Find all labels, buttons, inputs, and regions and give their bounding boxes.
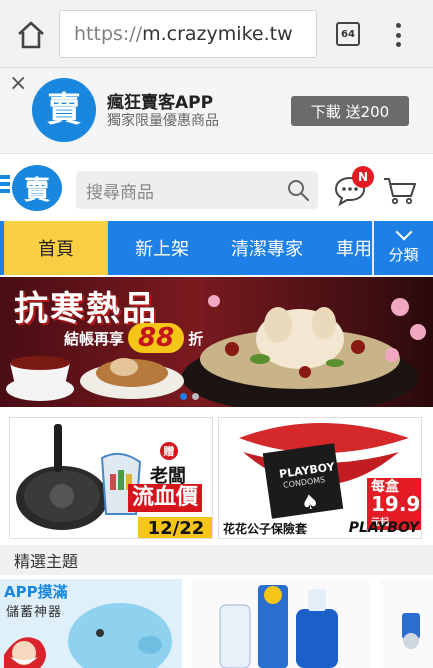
app-install-banner: × 賣 瘋狂賣客APP 獨家限量優惠商品 下載 送200	[0, 68, 433, 154]
app-logo-char: 賣	[47, 90, 81, 130]
close-icon[interactable]: ×	[9, 70, 27, 98]
hero-tag-prefix: 結帳再享	[64, 329, 125, 348]
app-logo: 賣	[32, 78, 96, 142]
nav-more-button[interactable]: 分類	[374, 221, 433, 275]
promo-left-date: 12/22	[138, 517, 212, 538]
price-value: 19.9	[371, 492, 421, 516]
bunny-icon: ♠	[299, 488, 321, 516]
search-input[interactable]: 搜尋商品	[76, 171, 318, 209]
nav-tab-home[interactable]: 首頁	[4, 221, 108, 275]
promo-tile-pan[interactable]: 贈 老闆 流血價 12/22	[9, 417, 213, 539]
promo-left-line2: 流血價	[128, 484, 203, 512]
sunscreen-illustration	[219, 585, 338, 668]
site-logo[interactable]: 賣	[12, 165, 62, 211]
nav-tab-cleaning[interactable]: 清潔專家	[214, 221, 320, 275]
theme-card-sunscreen[interactable]	[192, 579, 369, 668]
promo-tile-playboy[interactable]: PLAYBOY CONDOMS ♠ 每盒 19.9元起 花花公子保險套 PLAY…	[218, 417, 422, 539]
theme-card-line2: 儲蓄神器	[6, 605, 63, 620]
download-button[interactable]: 下載 送200	[291, 96, 409, 126]
app-subtitle: 獨家限量優惠商品	[107, 113, 219, 129]
hero-discount: 88	[128, 323, 185, 353]
browser-toolbar: https://m.crazymike.tw 64	[0, 0, 433, 68]
search-icon[interactable]	[286, 178, 310, 202]
url-bar[interactable]: https://m.crazymike.tw	[59, 10, 317, 58]
caption-text: 花花公子保險套	[223, 521, 308, 536]
cart-icon[interactable]	[381, 174, 419, 206]
home-icon[interactable]	[14, 18, 48, 52]
promo-right-caption: 花花公子保險套 PLAYBOY	[219, 516, 421, 538]
nav-tab-new[interactable]: 新上架	[114, 221, 210, 275]
search-placeholder: 搜尋商品	[86, 182, 154, 203]
carousel-dot-active[interactable]	[180, 393, 187, 400]
notification-badge: N	[352, 166, 374, 188]
theme-card-partial[interactable]	[380, 579, 433, 668]
carousel-dot[interactable]	[192, 393, 199, 400]
hero-tagline: 結帳再享 88 折	[64, 323, 203, 353]
tab-count: 64	[341, 28, 355, 40]
menu-lines-icon[interactable]	[0, 175, 10, 193]
nav-more-label: 分類	[388, 245, 419, 264]
url-scheme: https://	[74, 23, 143, 45]
site-logo-char: 賣	[23, 175, 50, 206]
hero-tag-suffix: 折	[188, 329, 204, 348]
gift-badge: 贈	[160, 442, 178, 460]
category-nav: 首頁 新上架 清潔專家 車用 分類	[0, 221, 433, 275]
hero-banner[interactable]: 抗寒熱品 結帳再享 88 折	[0, 277, 433, 407]
section-title: 精選主題	[0, 545, 433, 575]
page: { "browser": { "url_scheme": "https://",…	[0, 0, 433, 668]
product-illustration	[402, 613, 420, 649]
url-host: m.crazymike.tw	[142, 23, 293, 45]
chevron-down-icon	[395, 223, 412, 240]
site-header: 賣 搜尋商品 N	[0, 160, 433, 216]
tab-switcher-button[interactable]: 64	[336, 22, 360, 46]
theme-card-line1: APP摸滿	[4, 583, 68, 601]
caption-brand: PLAYBOY	[348, 520, 419, 536]
more-vert-icon[interactable]	[390, 20, 406, 50]
theme-card-app-savings[interactable]: APP摸滿 儲蓄神器	[0, 579, 182, 668]
